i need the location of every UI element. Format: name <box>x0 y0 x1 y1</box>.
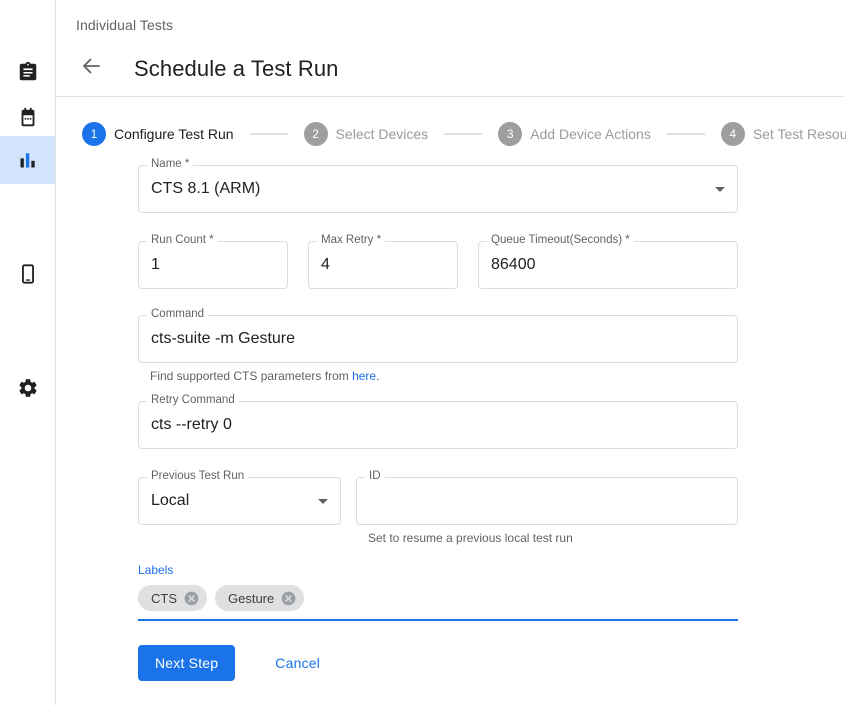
id-label: ID <box>365 470 385 483</box>
queue-timeout-label: Queue Timeout(Seconds) * <box>487 234 634 247</box>
sidebar <box>0 0 56 705</box>
step-2-label: Select Devices <box>336 126 429 142</box>
previous-run-row: Previous Test Run Local ID Set to resume… <box>138 477 838 545</box>
cancel-button[interactable]: Cancel <box>259 645 336 681</box>
command-hint-before: Find supported CTS parameters from <box>150 369 352 383</box>
max-retry-field[interactable]: Max Retry * 4 <box>308 241 458 289</box>
queue-timeout-field[interactable]: Queue Timeout(Seconds) * 86400 <box>478 241 738 289</box>
run-count-input[interactable]: 1 <box>151 256 275 274</box>
run-count-field[interactable]: Run Count * 1 <box>138 241 288 289</box>
labels-chip-row[interactable]: CTS Gesture <box>138 585 738 621</box>
id-field[interactable]: ID <box>356 477 738 525</box>
retry-command-input[interactable]: cts --retry 0 <box>151 416 725 434</box>
title-row: Schedule a Test Run <box>76 41 339 96</box>
name-select-label: Name * <box>147 158 193 171</box>
sidebar-item-schedules[interactable] <box>0 94 55 142</box>
step-3-label: Add Device Actions <box>530 126 651 142</box>
app-root: Individual Tests Schedule a Test Run 1 <box>0 0 846 705</box>
sidebar-item-settings[interactable] <box>0 364 55 412</box>
chevron-down-icon[interactable] <box>715 187 725 192</box>
form-actions: Next Step Cancel <box>138 645 838 681</box>
configure-test-run-form: Name * CTS 8.1 (ARM) Run Count * 1 Max R… <box>138 165 838 681</box>
labels-label: Labels <box>138 563 738 577</box>
step-connector-3 <box>667 133 705 135</box>
step-1-label: Configure Test Run <box>114 126 234 142</box>
gear-icon <box>17 377 39 399</box>
step-connector-2 <box>444 133 482 135</box>
previous-test-run-select[interactable]: Previous Test Run Local <box>138 477 341 545</box>
labels-field[interactable]: Labels CTS Gesture <box>138 563 738 621</box>
main-content: Individual Tests Schedule a Test Run 1 <box>56 0 846 705</box>
command-input[interactable]: cts-suite -m Gesture <box>151 330 725 348</box>
bar-chart-icon <box>18 150 38 170</box>
step-3-number: 3 <box>498 122 522 146</box>
chevron-down-icon[interactable] <box>318 499 328 504</box>
step-4-label: Set Test Resources <box>753 126 846 142</box>
queue-timeout-input[interactable]: 86400 <box>491 256 725 274</box>
previous-test-run-value: Local <box>151 492 310 510</box>
stepper: 1 Configure Test Run 2 Select Devices 3 … <box>82 122 846 146</box>
id-group: ID Set to resume a previous local test r… <box>356 477 738 545</box>
max-retry-input[interactable]: 4 <box>321 256 445 274</box>
run-count-label: Run Count * <box>147 234 218 247</box>
breadcrumb: Individual Tests <box>76 17 173 33</box>
clipboard-list-icon <box>17 61 39 83</box>
close-circle-icon[interactable] <box>184 591 199 606</box>
header-divider <box>56 96 843 97</box>
arrow-left-icon <box>79 54 103 83</box>
command-hint-after: . <box>376 369 379 383</box>
retry-command-label: Retry Command <box>147 394 239 407</box>
step-1-number: 1 <box>82 122 106 146</box>
step-3[interactable]: 3 Add Device Actions <box>498 122 651 146</box>
step-4[interactable]: 4 Set Test Resources <box>721 122 846 146</box>
label-chip-cts[interactable]: CTS <box>138 585 207 611</box>
command-label: Command <box>147 308 208 321</box>
step-1[interactable]: 1 Configure Test Run <box>82 122 234 146</box>
cts-parameters-link[interactable]: here <box>352 369 376 383</box>
sidebar-item-test-runs[interactable] <box>0 136 55 184</box>
phone-icon <box>17 263 39 285</box>
command-hint: Find supported CTS parameters from here. <box>150 369 838 383</box>
previous-test-run-label: Previous Test Run <box>147 470 248 483</box>
name-select[interactable]: Name * CTS 8.1 (ARM) <box>138 165 738 213</box>
calendar-icon <box>17 107 39 129</box>
max-retry-label: Max Retry * <box>317 234 385 247</box>
step-2-number: 2 <box>304 122 328 146</box>
label-chip-cts-text: CTS <box>151 591 177 606</box>
label-chip-gesture[interactable]: Gesture <box>215 585 304 611</box>
step-2[interactable]: 2 Select Devices <box>304 122 429 146</box>
sidebar-item-devices[interactable] <box>0 250 55 298</box>
command-field[interactable]: Command cts-suite -m Gesture <box>138 315 738 363</box>
next-step-button[interactable]: Next Step <box>138 645 235 681</box>
sidebar-item-test-suites[interactable] <box>0 48 55 96</box>
back-button[interactable] <box>76 54 106 84</box>
step-connector-1 <box>250 133 288 135</box>
command-group: Command cts-suite -m Gesture Find suppor… <box>138 315 838 383</box>
step-4-number: 4 <box>721 122 745 146</box>
close-circle-icon[interactable] <box>281 591 296 606</box>
page-title: Schedule a Test Run <box>134 56 339 82</box>
page-header: Individual Tests Schedule a Test Run <box>56 0 846 89</box>
label-chip-gesture-text: Gesture <box>228 591 274 606</box>
numeric-fields-row: Run Count * 1 Max Retry * 4 Queue Timeou… <box>138 241 838 289</box>
name-select-value: CTS 8.1 (ARM) <box>151 180 707 198</box>
retry-command-field[interactable]: Retry Command cts --retry 0 <box>138 401 738 449</box>
id-hint: Set to resume a previous local test run <box>368 531 738 545</box>
